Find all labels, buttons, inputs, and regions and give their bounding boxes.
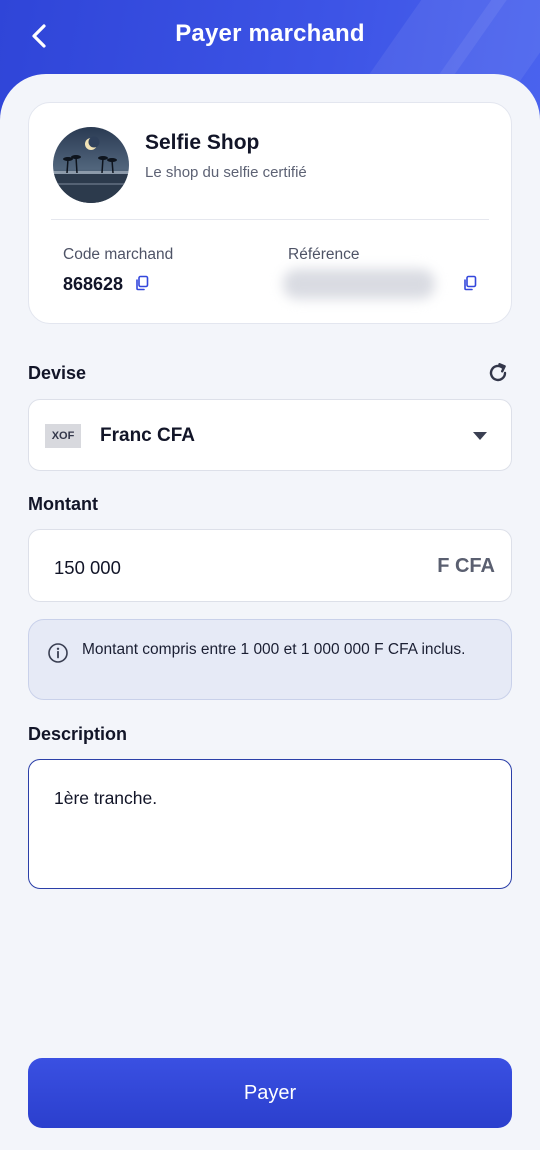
amount-label: Montant [28, 494, 98, 514]
currency-code-badge: XOF [45, 424, 81, 448]
refresh-icon[interactable] [486, 361, 510, 385]
currency-select[interactable]: XOF Franc CFA [28, 399, 512, 471]
reference-label: Référence [288, 246, 360, 263]
copy-icon[interactable] [134, 275, 150, 291]
amount-value: 150 000 [54, 557, 121, 578]
currency-label: Devise [28, 363, 87, 383]
amount-unit: F CFA [437, 555, 495, 577]
info-icon [48, 643, 68, 663]
caret-down-icon [473, 432, 487, 440]
amount-info-text: Montant compris entre 1 000 et 1 000 000… [82, 641, 466, 658]
merchant-code-value: 868628 [63, 274, 124, 294]
description-label: Description [28, 724, 128, 744]
pay-merchant-screen: Payer marchand Selfie Shop Le shop du se… [0, 0, 540, 1150]
copy-icon[interactable] [462, 275, 478, 291]
merchant-tagline: Le shop du selfie certifié [145, 164, 307, 181]
divider [51, 219, 489, 220]
amount-info-box: Montant compris entre 1 000 et 1 000 000… [28, 619, 512, 700]
page-title: Payer marchand [175, 20, 365, 47]
merchant-name: Selfie Shop [145, 131, 260, 154]
currency-name: Franc CFA [100, 425, 196, 446]
description-value: 1ère tranche. [54, 788, 158, 808]
amount-input[interactable]: 150 000 F CFA [28, 529, 512, 602]
description-input[interactable]: 1ère tranche. [28, 759, 512, 889]
pay-button[interactable]: Payer [28, 1058, 512, 1128]
reference-value-redacted [283, 269, 435, 299]
merchant-card: Selfie Shop Le shop du selfie certifié C… [28, 102, 512, 324]
merchant-code-label: Code marchand [63, 246, 174, 263]
merchant-avatar [53, 127, 129, 203]
avatar-image [53, 127, 129, 203]
